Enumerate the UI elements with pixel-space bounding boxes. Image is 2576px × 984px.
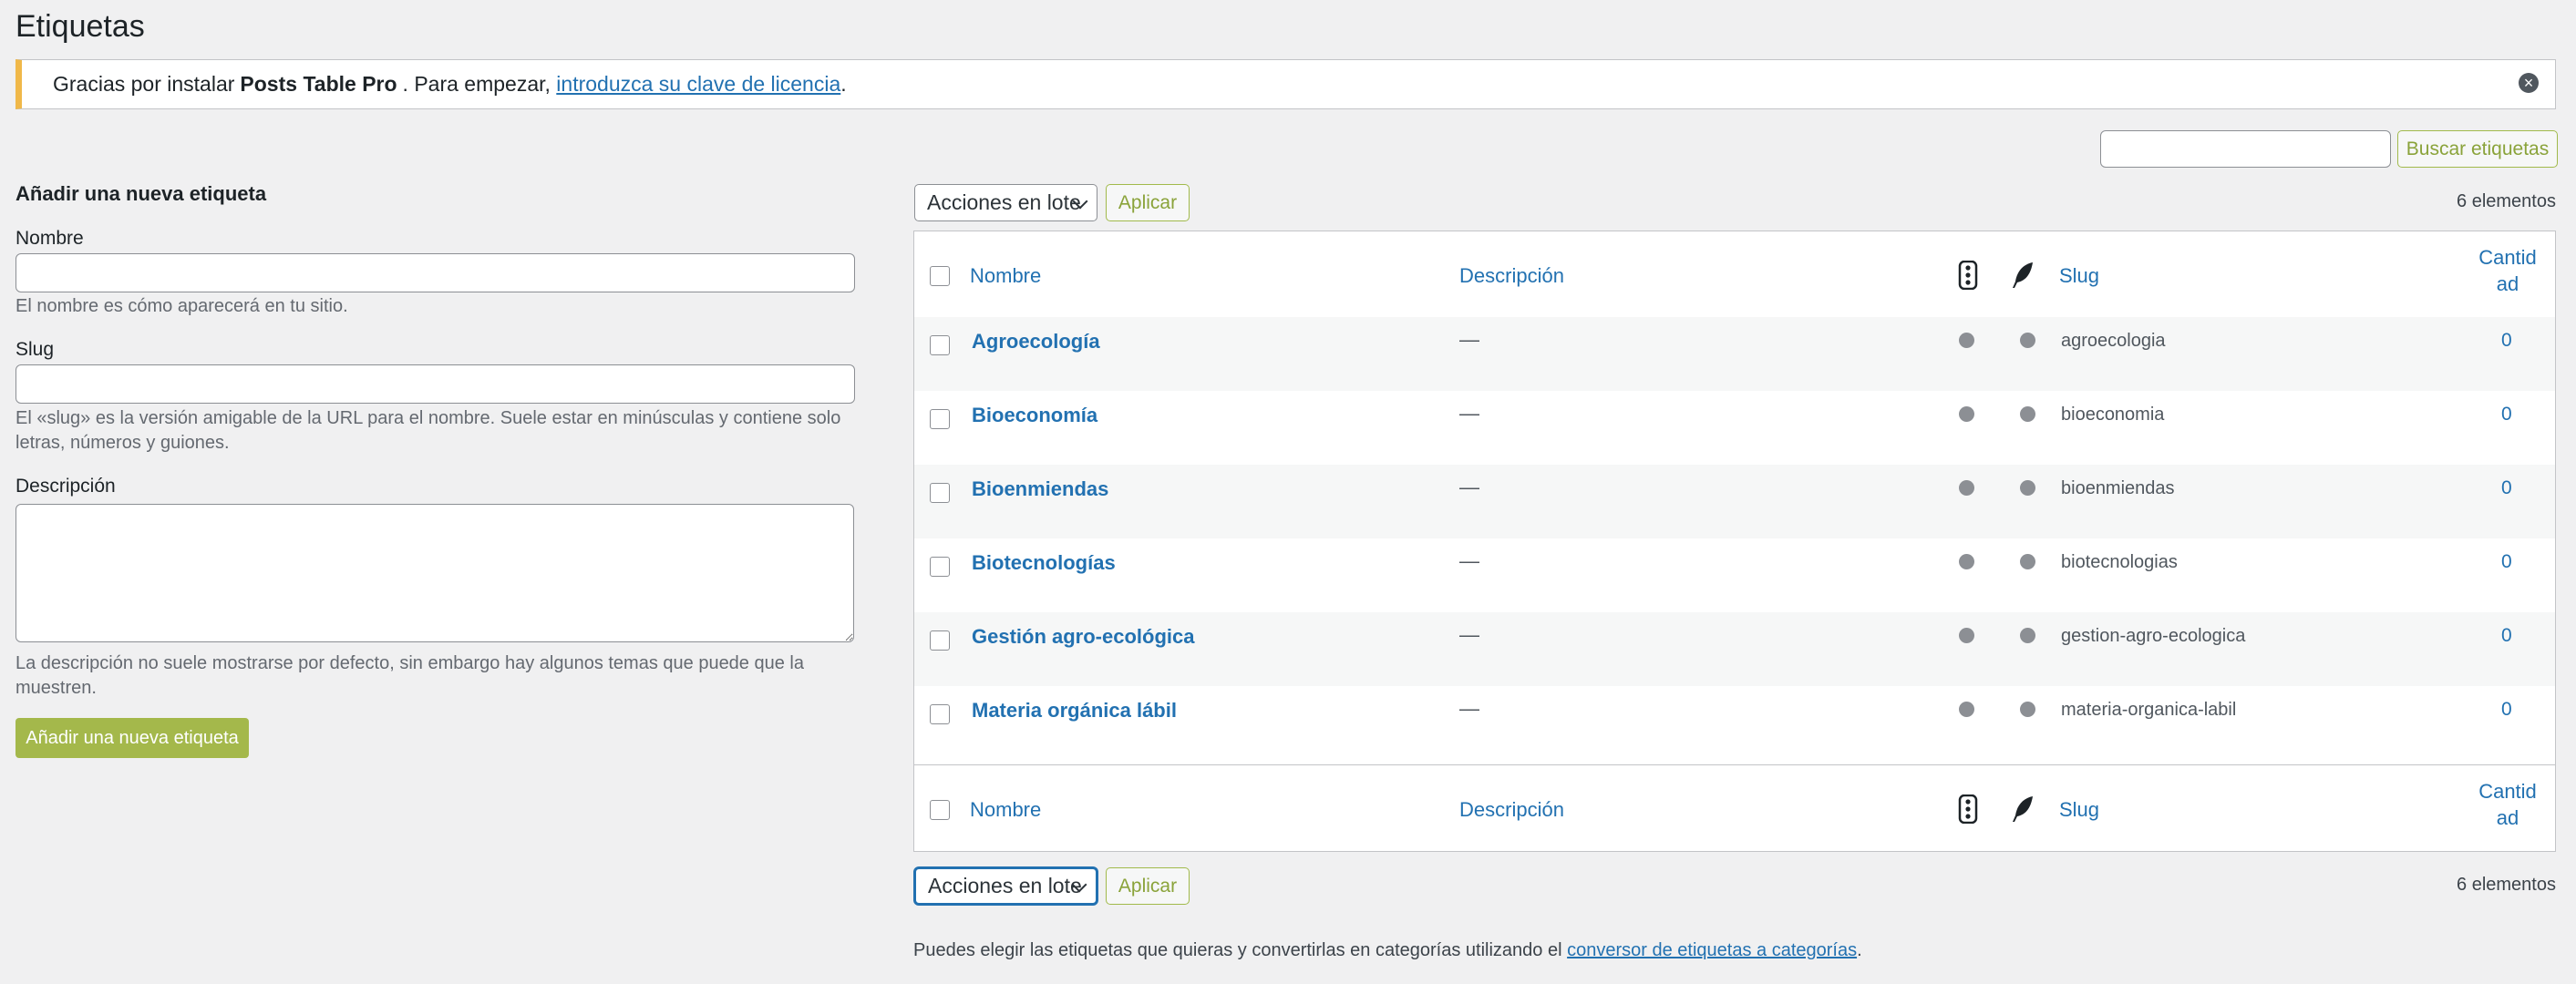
tag-count-link[interactable]: 0 xyxy=(2501,330,2512,352)
tag-slug-input[interactable] xyxy=(15,364,855,404)
slug-label: Slug xyxy=(15,339,55,360)
feather-icon xyxy=(2013,796,2033,822)
tag-name-link[interactable]: Biotecnologías xyxy=(972,551,1116,575)
tag-converter-link[interactable]: conversor de etiquetas a categorías xyxy=(1567,940,1857,960)
row-checkbox[interactable] xyxy=(930,557,950,577)
tag-name-link[interactable]: Bioeconomía xyxy=(972,404,1097,427)
bulk-actions-label: Acciones en lote xyxy=(927,190,1081,214)
dot-icon xyxy=(1959,480,1974,496)
tag-slug: gestion-agro-ecologica xyxy=(2061,626,2246,646)
table-header: Nombre Descripción Slug Cantidad xyxy=(914,231,2555,318)
tag-slug: bioeconomia xyxy=(2061,405,2165,425)
license-key-link[interactable]: introduzca su clave de licencia xyxy=(556,72,840,97)
dot-icon xyxy=(2020,702,2035,717)
table-row: Agroecología — agroecologia 0 xyxy=(914,317,2555,391)
dot-icon xyxy=(1959,333,1974,348)
close-circle-icon[interactable]: × xyxy=(2519,73,2539,93)
name-help: El nombre es cómo aparecerá en tu sitio. xyxy=(15,296,348,316)
dot-icon xyxy=(2020,333,2035,348)
tag-count-link[interactable]: 0 xyxy=(2501,625,2512,647)
item-count-top: 6 elementos xyxy=(2457,191,2556,211)
dot-icon xyxy=(2020,628,2035,643)
tag-count-link[interactable]: 0 xyxy=(2501,477,2512,499)
dot-icon xyxy=(1959,702,1974,717)
dot-icon xyxy=(2020,554,2035,569)
tag-name-link[interactable]: Materia orgánica lábil xyxy=(972,699,1177,723)
column-description-footer[interactable]: Descripción xyxy=(1459,798,1564,822)
page-title: Etiquetas xyxy=(15,9,145,44)
bulk-actions-label: Acciones en lote xyxy=(928,874,1082,897)
name-label: Nombre xyxy=(15,228,84,249)
notice-text-middle: . Para empezar, xyxy=(402,72,551,96)
tag-converter-note: Puedes elegir las etiquetas que quieras … xyxy=(913,940,1862,961)
tag-description: — xyxy=(1459,476,1479,498)
dot-icon xyxy=(2020,406,2035,422)
notice-text-after: . xyxy=(840,72,847,96)
column-count[interactable]: Cantidad xyxy=(2475,244,2540,297)
tag-description: — xyxy=(1459,402,1479,425)
add-tag-button[interactable]: Añadir una nueva etiqueta xyxy=(15,718,249,758)
column-description[interactable]: Descripción xyxy=(1459,264,1564,288)
row-checkbox[interactable] xyxy=(930,630,950,651)
tag-description: — xyxy=(1459,549,1479,572)
bulk-actions-select-top[interactable]: Acciones en lote xyxy=(914,184,1097,221)
tag-description: — xyxy=(1459,623,1479,646)
tag-slug: biotecnologias xyxy=(2061,552,2178,572)
tag-name-link[interactable]: Gestión agro-ecológica xyxy=(972,625,1195,649)
tag-name-input[interactable] xyxy=(15,253,855,292)
table-row: Bioenmiendas — bioenmiendas 0 xyxy=(914,465,2555,538)
bulk-actions-select-bottom[interactable]: Acciones en lote xyxy=(914,867,1097,905)
tag-slug: materia-organica-labil xyxy=(2061,700,2237,720)
tag-count-link[interactable]: 0 xyxy=(2501,404,2512,425)
license-notice: Gracias por instalar Posts Table Pro . P… xyxy=(15,59,2556,109)
column-slug-footer[interactable]: Slug xyxy=(2059,798,2099,822)
select-all-checkbox-bottom[interactable] xyxy=(930,800,950,820)
tag-slug: agroecologia xyxy=(2061,331,2166,351)
column-name-footer[interactable]: Nombre xyxy=(970,798,1041,822)
description-help: La descripción no suele mostrarse por de… xyxy=(15,653,804,698)
tag-name-link[interactable]: Bioenmiendas xyxy=(972,477,1108,501)
column-count-footer[interactable]: Cantidad xyxy=(2475,778,2540,831)
notice-text: Gracias por instalar xyxy=(53,72,235,96)
tag-description: — xyxy=(1459,328,1479,351)
notice-product: Posts Table Pro xyxy=(240,72,397,96)
tag-description: — xyxy=(1459,697,1479,720)
tag-converter-after: . xyxy=(1857,940,1862,960)
description-label: Descripción xyxy=(15,476,116,497)
item-count-bottom: 6 elementos xyxy=(2457,875,2556,895)
tag-slug: bioenmiendas xyxy=(2061,478,2175,498)
search-tags-button[interactable]: Buscar etiquetas xyxy=(2397,130,2558,168)
select-all-checkbox[interactable] xyxy=(930,266,950,286)
table-row: Materia orgánica lábil — materia-organic… xyxy=(914,686,2555,760)
table-row: Gestión agro-ecológica — gestion-agro-ec… xyxy=(914,612,2555,686)
table-footer: Nombre Descripción Slug Cantidad xyxy=(914,764,2555,851)
add-tag-form-title: Añadir una nueva etiqueta xyxy=(15,182,267,205)
search-tags-input[interactable] xyxy=(2100,130,2391,168)
traffic-light-icon xyxy=(1958,261,1978,290)
column-name[interactable]: Nombre xyxy=(970,264,1041,288)
feather-icon xyxy=(2013,262,2033,288)
dot-icon xyxy=(2020,480,2035,496)
table-row: Bioeconomía — bioeconomia 0 xyxy=(914,391,2555,465)
row-checkbox[interactable] xyxy=(930,409,950,429)
tag-converter-text: Puedes elegir las etiquetas que quieras … xyxy=(913,940,1562,960)
table-row: Biotecnologías — biotecnologias 0 xyxy=(914,538,2555,612)
slug-help: El «slug» es la versión amigable de la U… xyxy=(15,408,841,453)
tag-description-textarea[interactable] xyxy=(15,504,854,642)
row-checkbox[interactable] xyxy=(930,704,950,724)
column-slug[interactable]: Slug xyxy=(2059,264,2099,288)
dot-icon xyxy=(1959,554,1974,569)
apply-bulk-button-top[interactable]: Aplicar xyxy=(1106,184,1190,221)
tag-count-link[interactable]: 0 xyxy=(2501,551,2512,573)
dot-icon xyxy=(1959,406,1974,422)
tag-name-link[interactable]: Agroecología xyxy=(972,330,1100,354)
row-checkbox[interactable] xyxy=(930,483,950,503)
traffic-light-icon xyxy=(1958,794,1978,824)
tags-table: Nombre Descripción Slug Cantidad Agroeco… xyxy=(913,231,2556,852)
row-checkbox[interactable] xyxy=(930,335,950,355)
apply-bulk-button-bottom[interactable]: Aplicar xyxy=(1106,867,1190,905)
tag-count-link[interactable]: 0 xyxy=(2501,699,2512,721)
dot-icon xyxy=(1959,628,1974,643)
